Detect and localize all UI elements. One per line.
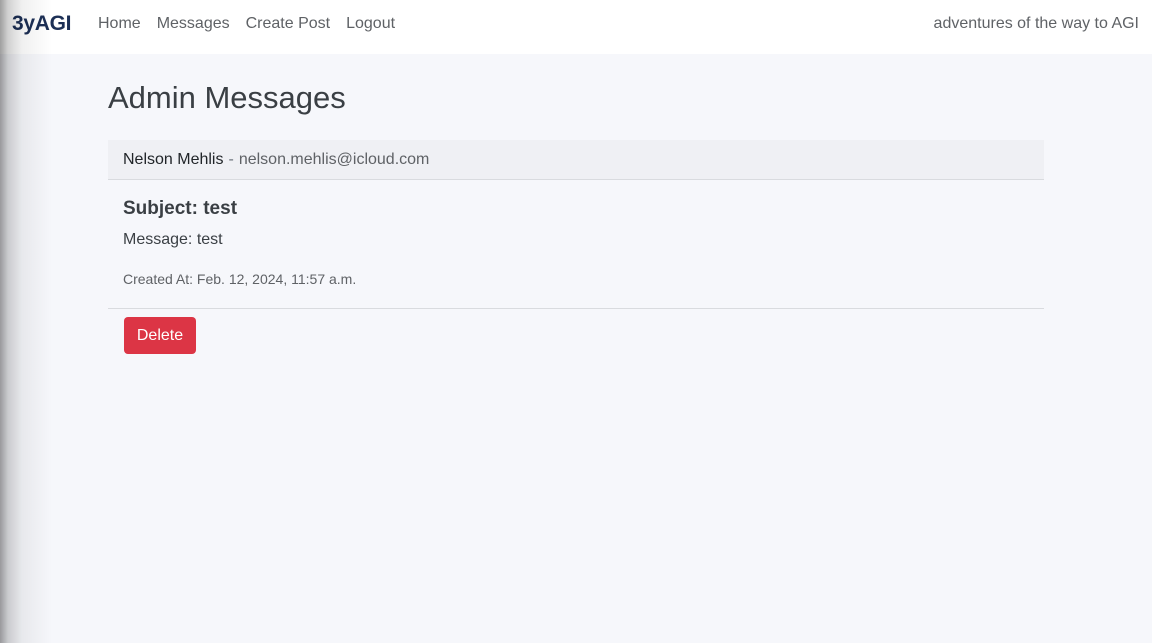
message-card: Nelson Mehlis - nelson.mehlis@icloud.com… bbox=[108, 140, 1044, 362]
message-subject: Subject: test bbox=[123, 198, 238, 219]
message-card-header: Nelson Mehlis - nelson.mehlis@icloud.com bbox=[108, 140, 1044, 180]
sender-name: Nelson Mehlis bbox=[123, 150, 224, 168]
nav-create-post-link[interactable]: Create Post bbox=[246, 15, 330, 33]
message-card-footer: Delete bbox=[108, 309, 1044, 362]
sender-separator: - bbox=[228, 150, 234, 168]
main-content: Admin Messages Nelson Mehlis - nelson.me… bbox=[108, 80, 1044, 362]
message-created-at: Created At: Feb. 12, 2024, 11:57 a.m. bbox=[123, 271, 357, 287]
message-text: Message: test bbox=[123, 231, 223, 248]
page-title: Admin Messages bbox=[108, 80, 346, 115]
nav-logout-link[interactable]: Logout bbox=[346, 15, 395, 33]
site-tagline: adventures of the way to AGI bbox=[933, 15, 1139, 32]
window-edge-shadow bbox=[0, 0, 52, 643]
delete-button[interactable]: Delete bbox=[124, 317, 196, 354]
brand-logo[interactable]: 3yAGI bbox=[12, 12, 72, 36]
message-card-body: Subject: test Message: test Created At: … bbox=[108, 180, 1044, 309]
nav-home-link[interactable]: Home bbox=[98, 15, 141, 33]
nav-links: Home Messages Create Post Logout bbox=[98, 15, 411, 33]
top-navbar: 3yAGI Home Messages Create Post Logout a… bbox=[0, 0, 1152, 54]
nav-messages-link[interactable]: Messages bbox=[157, 15, 230, 33]
sender-email: nelson.mehlis@icloud.com bbox=[238, 150, 430, 168]
